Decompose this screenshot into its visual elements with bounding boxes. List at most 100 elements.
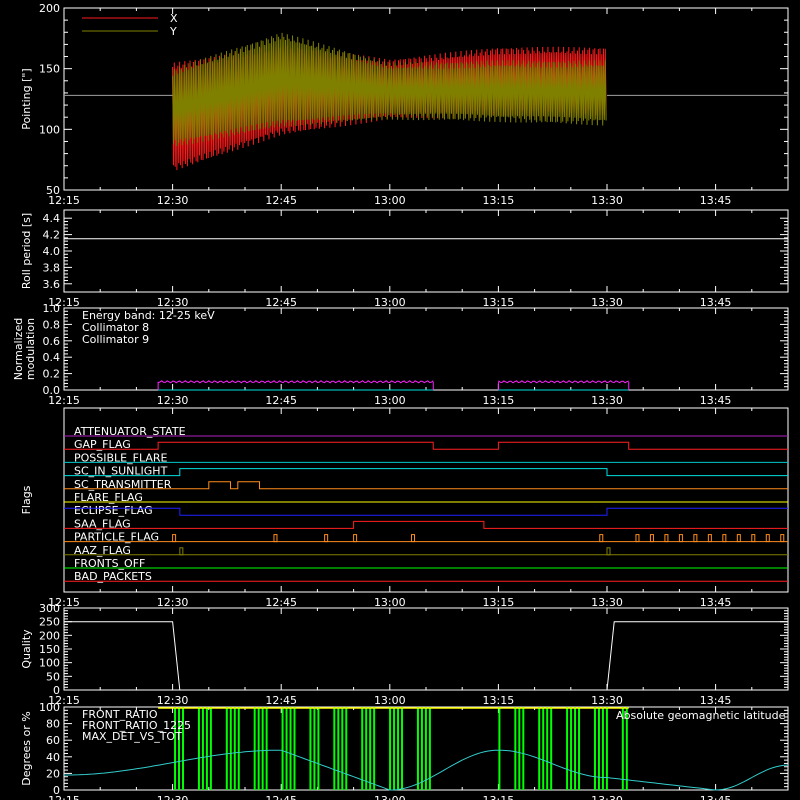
x-tick-label: 13:30 [591,596,623,609]
y-tick-label: 3.8 [43,261,61,274]
bar-front-ratio-1225 [566,707,569,790]
y-axis-label-pointing: Pointing ["] [20,68,33,129]
flag-spike [606,547,611,556]
bar-front-ratio-1225 [373,707,376,790]
y-tick-label: 4.4 [43,212,61,225]
bar-front-ratio-1225 [522,707,525,790]
y-tick-label: 100 [39,701,60,714]
x-tick-label: 13:00 [374,794,406,800]
y-tick-label: 100 [39,657,60,670]
flag-spike [411,534,416,543]
x-tick-label: 13:15 [483,296,515,309]
x-tick-label: 12:30 [157,596,189,609]
bar-front-ratio-1225 [518,707,521,790]
bar-front-ratio-1225 [289,707,292,790]
y-axis-label-flags: Flags [20,485,33,514]
flag-spike [172,534,177,543]
x-tick-label: 13:30 [591,194,623,207]
x-tick-label: 13:15 [483,694,515,707]
bar-front-ratio-1225 [261,707,264,790]
x-tick-label: 12:30 [157,394,189,407]
flag-trace-saa_flag [64,520,788,529]
legend-label-max-det-vs-tot: MAX_DET_VS_TOT [82,730,182,743]
legend-label-y: Y [169,25,177,38]
y-axis-label-degrees: Degrees or % [20,711,33,785]
flag-spike [664,534,669,543]
x-tick-label: 13:45 [700,794,732,800]
bar-front-ratio-1225 [237,707,240,790]
y-tick-label: 250 [39,616,60,629]
bar-front-ratio-1225 [265,707,268,790]
bar-front-ratio-1225 [293,707,296,790]
series-quality-line [64,621,788,691]
bar-front-ratio-1225 [498,707,501,790]
bar-front-ratio-1225 [538,707,541,790]
bar-front-ratio-1225 [197,707,200,790]
bar-front-ratio-1225 [397,707,400,790]
bar-front-ratio-1225 [229,707,232,790]
bar-front-ratio-1225 [542,707,545,790]
y-tick-label: 0 [53,684,60,697]
x-tick-label: 13:45 [700,194,732,207]
bar-front-ratio-1225 [201,707,204,790]
x-tick-label: 12:45 [265,194,297,207]
bar-front-ratio-1225 [209,707,212,790]
bar-front-ratio-1225 [369,707,372,790]
x-tick-label: 13:45 [700,694,732,707]
x-tick-label: 13:30 [591,694,623,707]
x-tick-label: 13:00 [374,394,406,407]
y-tick-label: 200 [39,629,60,642]
bar-front-ratio-1225 [337,707,340,790]
x-tick-label: 13:45 [700,394,732,407]
flag-spike [179,547,184,556]
x-tick-label: 12:30 [157,296,189,309]
flag-spike [780,534,785,543]
x-tick-label: 13:30 [591,296,623,309]
flag-spike [324,534,329,543]
x-tick-label: 12:30 [157,794,189,800]
y-tick-label: 50 [46,184,60,197]
y-tick-label: 100 [39,123,60,136]
y-axis-label-quality: Quality [20,629,33,669]
x-tick-label: 13:15 [483,194,515,207]
bar-front-ratio-1225 [393,707,396,790]
bar-front-ratio-1225 [361,707,364,790]
bar-front-ratio-1225 [416,707,419,790]
y-tick-label: 0.6 [43,335,61,348]
x-tick-label: 13:15 [483,394,515,407]
series-collimator9-trace [157,380,434,384]
y-tick-label: 200 [39,2,60,15]
bar-front-ratio-1225 [570,707,573,790]
x-tick-label: 13:45 [700,296,732,309]
bar-front-ratio-1225 [401,707,404,790]
flag-spike [751,534,756,543]
bar-front-ratio-1225 [317,707,320,790]
y-tick-label: 40 [46,751,60,764]
bar-front-ratio-1225 [578,707,581,790]
bar-front-ratio-1225 [313,707,316,790]
bar-front-ratio-1225 [365,707,368,790]
flag-spike [273,534,278,543]
annotation-geomag-latitude: Absolute geomagnetic latitude [616,709,786,722]
x-tick-label: 12:30 [157,694,189,707]
x-tick-label: 13:00 [374,194,406,207]
flag-spike [707,534,712,543]
y-tick-label: 3.6 [43,278,61,291]
flag-spike [599,534,604,543]
y-tick-label: 0 [53,784,60,797]
bar-front-ratio-1225 [389,707,392,790]
x-tick-label: 12:45 [265,794,297,800]
flag-spike [649,534,654,543]
flag-trace-gap_flag [64,441,788,450]
bar-front-ratio-1225 [424,707,427,790]
y-tick-label: 4.0 [43,245,61,258]
bar-front-ratio-1225 [225,707,228,790]
y-tick-label: 300 [39,602,60,615]
bar-front-ratio-1225 [593,707,596,790]
x-tick-label: 12:45 [265,694,297,707]
y-axis-label-roll: Roll period [s] [20,213,33,289]
series-y-trace [172,32,607,147]
flag-spike [635,534,640,543]
bar-front-ratio-1225 [546,707,549,790]
bar-front-ratio-1225 [253,707,256,790]
